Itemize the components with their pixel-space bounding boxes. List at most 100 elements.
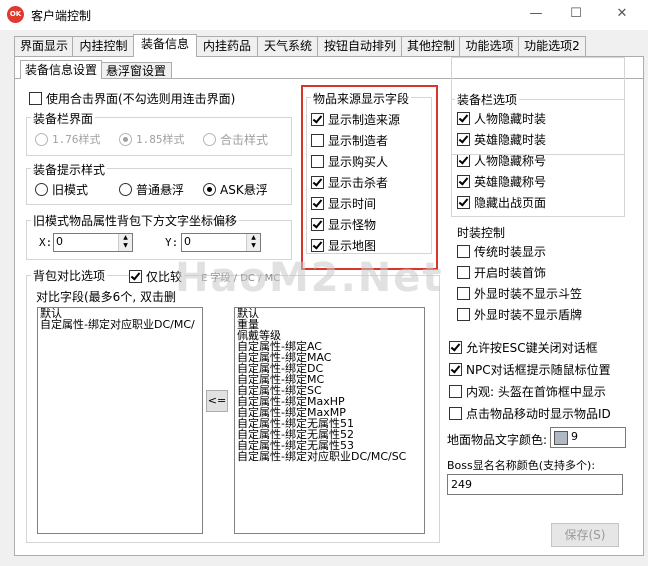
helmet-in-jewelry-label: 内观: 头盔在首饰框中显示 — [466, 385, 606, 399]
tab-function-options-2[interactable]: 功能选项2 — [518, 36, 586, 56]
checkbox-box[interactable] — [449, 341, 462, 354]
show-item-id-label: 点击物品移动时显示物品ID — [466, 407, 611, 421]
subtab-equipment-settings[interactable]: 装备信息设置 — [20, 60, 102, 79]
checkbox-box[interactable] — [449, 407, 462, 420]
equip-ui-title: 装备栏界面 — [31, 110, 96, 127]
tab-other-control[interactable]: 其他控制 — [401, 36, 461, 56]
radio-style-185-label: 1.85样式 — [136, 133, 185, 146]
offset-x-spinner[interactable]: 0 ▲ ▼ — [53, 233, 133, 252]
radio-old-mode-label: 旧模式 — [52, 183, 89, 197]
tab-interface-display[interactable]: 界面显示 — [14, 36, 74, 56]
tab-function-options[interactable]: 功能选项 — [459, 36, 520, 56]
ground-color-select[interactable]: 9 — [550, 427, 626, 448]
spin-down-icon[interactable]: ▼ — [247, 242, 260, 250]
tooltip-style-title: 装备提示样式 — [31, 161, 108, 178]
radio-old-mode-circle[interactable] — [35, 183, 48, 196]
checkbox-box[interactable] — [457, 266, 470, 279]
radio-ask-float-circle[interactable] — [203, 183, 216, 196]
offset-y-value: 0 — [184, 235, 191, 248]
radio-old-mode[interactable]: 旧模式 — [35, 181, 88, 198]
esc-close-label: 允许按ESC键关闭对话框 — [466, 341, 598, 355]
list-item[interactable]: 自定属性-绑定对应职业DC/MC/SC — [235, 451, 424, 462]
npc-follow-checkbox[interactable]: NPC对话框提示随鼠标位置 — [449, 361, 611, 378]
radio-style-185-circle[interactable] — [119, 132, 132, 146]
boss-color-value: 249 — [451, 478, 472, 491]
offset-x-arrows[interactable]: ▲ ▼ — [118, 234, 132, 251]
list-item[interactable]: 默认 — [235, 308, 424, 319]
tab-equipment-info[interactable]: 装备信息 — [133, 34, 197, 57]
selected-fields-list[interactable]: 默认 自定属性-绑定对应职业DC/MC/ — [37, 307, 203, 534]
radio-style-combo-circle[interactable] — [203, 133, 216, 146]
tab-plugin-control[interactable]: 内挂控制 — [72, 36, 135, 56]
checkbox-box[interactable] — [457, 154, 470, 167]
only-compare-checkbox[interactable]: 仅比较 — [129, 268, 185, 285]
checkbox-box[interactable] — [457, 175, 470, 188]
spin-up-icon[interactable]: ▲ — [247, 234, 260, 242]
show-item-id-checkbox[interactable]: 点击物品移动时显示物品ID — [449, 405, 611, 422]
radio-normal-float[interactable]: 普通悬浮 — [119, 181, 184, 198]
close-icon[interactable]: ✕ — [611, 4, 633, 24]
tab-weather[interactable]: 天气系统 — [257, 36, 319, 56]
radio-normal-float-label: 普通悬浮 — [136, 183, 185, 197]
spin-up-icon[interactable]: ▲ — [119, 234, 132, 242]
minimize-icon[interactable]: — — [525, 4, 547, 24]
offset-x-label: X: — [39, 236, 53, 249]
window-title: 客户端控制 — [31, 9, 92, 23]
use-combo-ui-label: 使用合击界面(不勾选则用连击界面) — [46, 92, 236, 106]
radio-normal-float-circle[interactable] — [119, 183, 132, 196]
equip-option-item[interactable]: 隐藏出战页面 — [457, 194, 546, 211]
subtab-floating-window[interactable]: 悬浮窗设置 — [100, 62, 172, 79]
use-combo-ui-box[interactable] — [29, 92, 42, 105]
offset-y-spinner[interactable]: 0 ▲ ▼ — [181, 233, 261, 252]
tab-button-auto-arrange[interactable]: 按钮自动排列 — [317, 36, 403, 56]
checkbox-box[interactable] — [457, 308, 470, 321]
available-fields-list[interactable]: 默认 重量 佩戴等级 自定属性-绑定AC 自定属性-绑定MAC 自定属性-绑定D… — [234, 307, 425, 534]
radio-style-185[interactable]: 1.85样式 — [119, 131, 185, 147]
checkbox-box[interactable] — [457, 287, 470, 300]
radio-style-176-label: 1.76样式 — [52, 133, 101, 146]
tab-content-pane: 装备信息设置 悬浮窗设置 使用合击界面(不勾选则用连击界面) 装备栏界面 1.7… — [14, 56, 644, 556]
maximize-icon[interactable]: ☐ — [565, 4, 587, 24]
move-left-button[interactable]: <= — [206, 390, 228, 412]
fashion-group — [451, 57, 625, 155]
app-icon: OK — [7, 6, 24, 23]
compare-fields-label: 对比字段(最多6个, 双击删 — [36, 290, 176, 304]
radio-ask-float-label: ASK悬浮 — [220, 183, 268, 197]
list-item[interactable]: 自定属性-绑定对应职业DC/MC/ — [38, 319, 202, 330]
radio-style-combo-label: 合击样式 — [220, 133, 269, 147]
npc-follow-label: NPC对话框提示随鼠标位置 — [466, 363, 611, 377]
spin-down-icon[interactable]: ▼ — [119, 242, 132, 250]
offset-y-label: Y: — [165, 236, 179, 249]
client-control-window: OK 客户端控制 — ☐ ✕ 界面显示 内挂控制 装备信息 内挂药品 天气系统 … — [0, 0, 648, 566]
ground-color-value: 9 — [571, 430, 578, 443]
checkbox-box[interactable] — [457, 245, 470, 258]
fashion-item[interactable]: 外显时装不显示盾牌 — [457, 306, 582, 323]
radio-style-combo[interactable]: 合击样式 — [203, 131, 268, 148]
radio-style-176[interactable]: 1.76样式 — [35, 131, 101, 147]
offset-y-arrows[interactable]: ▲ ▼ — [246, 234, 260, 251]
highlight-frame — [301, 85, 438, 270]
esc-close-checkbox[interactable]: 允许按ESC键关闭对话框 — [449, 339, 598, 356]
fashion-item[interactable]: 传统时装显示 — [457, 243, 546, 260]
radio-style-176-circle[interactable] — [35, 132, 48, 146]
fashion-item[interactable]: 外显时装不显示斗笠 — [457, 285, 582, 302]
fashion-item[interactable]: 开启时装首饰 — [457, 264, 546, 281]
tab-plugin-potions[interactable]: 内挂药品 — [195, 36, 259, 56]
radio-ask-float[interactable]: ASK悬浮 — [203, 181, 268, 198]
checkbox-box[interactable] — [449, 385, 462, 398]
equip-option-item[interactable]: 英雄隐藏称号 — [457, 173, 546, 190]
save-button[interactable]: 保存(S) — [551, 523, 619, 547]
use-combo-ui-checkbox[interactable]: 使用合击界面(不勾选则用连击界面) — [29, 90, 235, 107]
checkbox-box[interactable] — [457, 196, 470, 209]
bag-compare-title: 背包对比选项 — [31, 267, 108, 284]
equip-option-label: 英雄隐藏称号 — [474, 175, 547, 189]
only-compare-box[interactable] — [129, 270, 142, 283]
checkbox-box[interactable] — [449, 363, 462, 376]
title-bar: OK 客户端控制 — ☐ ✕ — [0, 0, 648, 30]
boss-color-input[interactable]: 249 — [447, 474, 623, 495]
boss-color-label: Boss显名名称颜色(支持多个): — [447, 459, 596, 472]
fashion-label: 开启时装首饰 — [474, 266, 547, 280]
ground-color-label: 地面物品文字颜色: — [447, 433, 548, 447]
helmet-in-jewelry-checkbox[interactable]: 内观: 头盔在首饰框中显示 — [449, 383, 606, 400]
fashion-label: 传统时装显示 — [474, 245, 547, 259]
